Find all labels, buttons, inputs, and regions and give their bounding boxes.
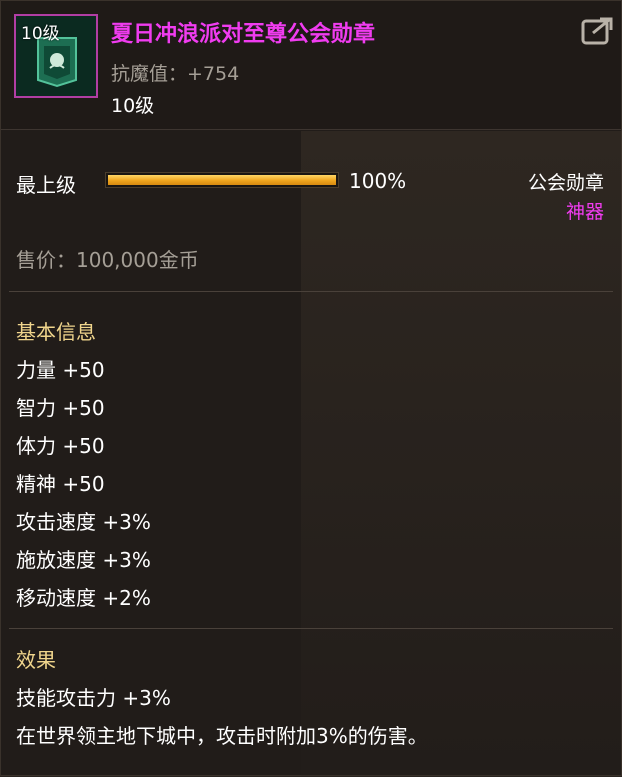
stat-item: 精神 +50: [16, 472, 105, 496]
item-rarity: 神器: [565, 201, 604, 223]
resist-row: 抗魔值：+754: [111, 59, 239, 86]
share-icon[interactable]: [581, 15, 615, 45]
price-value: 100,000金币: [76, 248, 199, 272]
stat-item: 力量 +50: [16, 358, 105, 382]
resist-label: 抗魔值：: [111, 63, 188, 85]
item-tooltip: 10级 夏日冲浪派对至尊公会勋章 抗魔值：+754 10级 最上级 100% 公…: [0, 0, 622, 777]
item-name: 夏日冲浪派对至尊公会勋章: [111, 22, 376, 47]
stat-item: 体力 +50: [16, 434, 105, 458]
section-title-basic-info: 基本信息: [16, 320, 96, 344]
stat-item: 智力 +50: [16, 396, 105, 420]
price-row: 售价：100,000金币: [16, 244, 199, 273]
grade-label: 最上级: [16, 173, 76, 197]
stat-item: 施放速度 +3%: [16, 548, 151, 572]
effect-item: 在世界领主地下城中，攻击时附加3%的伤害。: [16, 724, 428, 748]
divider: [9, 628, 613, 629]
grade-bar: [106, 173, 338, 187]
stat-item: 攻击速度 +3%: [16, 510, 151, 534]
stat-list: 力量 +50 智力 +50 体力 +50 精神 +50 攻击速度 +3% 施放速…: [16, 358, 151, 624]
guild-medal-icon: 10级: [14, 14, 98, 98]
price-label: 售价：: [16, 248, 76, 272]
tooltip-header: 10级 夏日冲浪派对至尊公会勋章 抗魔值：+754 10级: [1, 1, 621, 130]
item-level-badge: 10级: [21, 24, 60, 44]
section-title-effect: 效果: [16, 648, 56, 672]
item-category: 公会勋章: [527, 172, 604, 194]
effect-item: 技能攻击力 +3%: [16, 686, 171, 710]
grade-percent: 100%: [349, 169, 407, 193]
stat-item: 移动速度 +2%: [16, 586, 151, 610]
effect-list: 技能攻击力 +3% 在世界领主地下城中，攻击时附加3%的伤害。: [16, 686, 428, 762]
resist-value: +754: [187, 63, 240, 85]
grade-bar-fill: [108, 175, 336, 185]
divider: [9, 291, 613, 292]
item-level: 10级: [111, 95, 155, 117]
background-ui-ghost: [301, 131, 622, 777]
